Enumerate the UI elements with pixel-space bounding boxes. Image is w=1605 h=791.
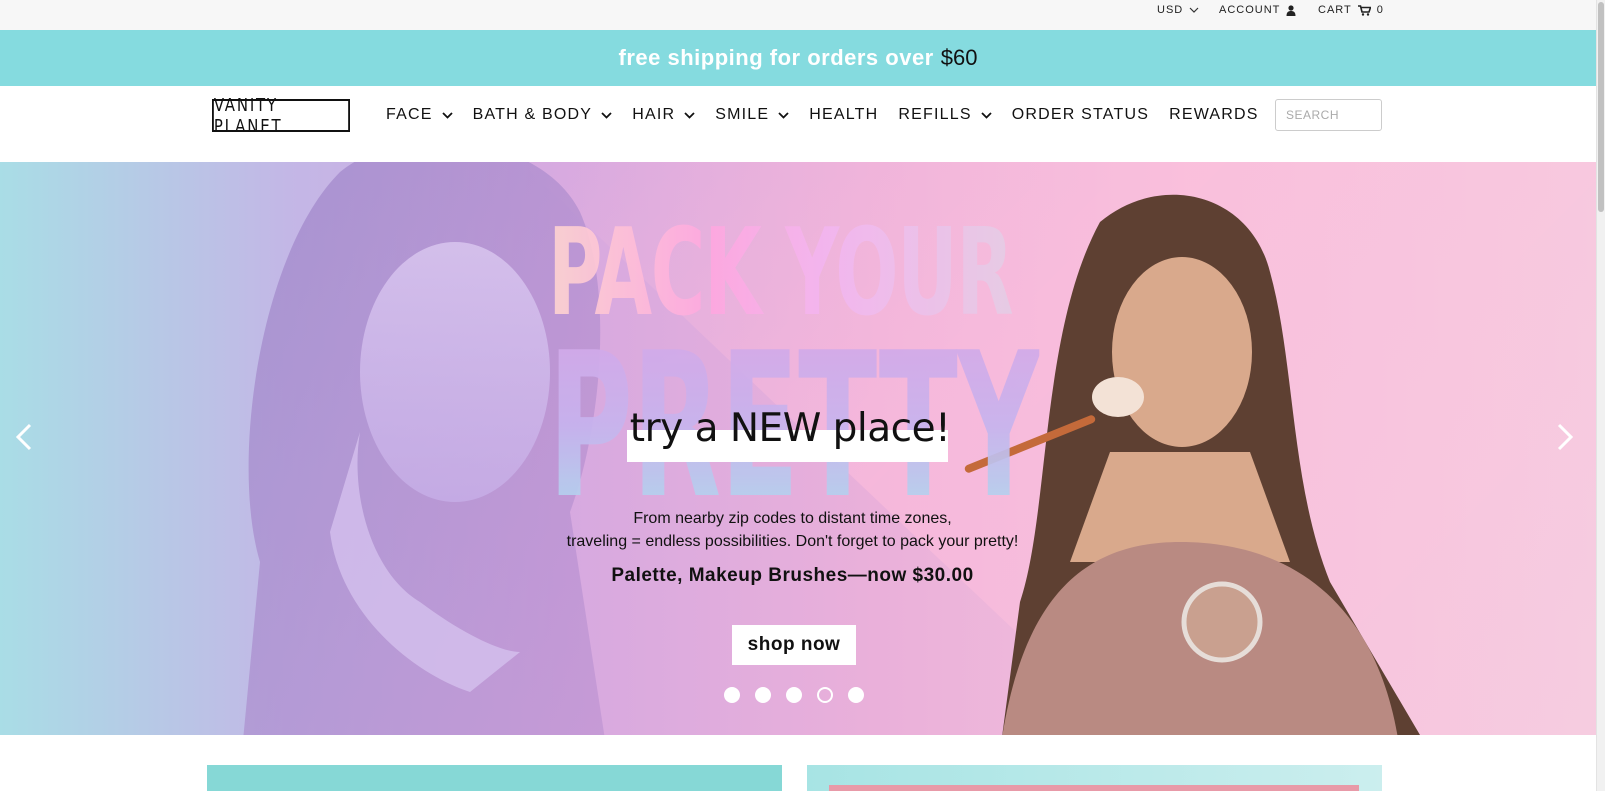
hero-promo: Palette, Makeup Brushes—now $30.00 [611,565,974,586]
nav-item-bath-body[interactable]: BATH & BODY [473,106,613,124]
account-label: ACCOUNT [1219,4,1281,16]
site-logo[interactable]: VANITY PLANET [212,95,350,137]
chevron-down-icon [1189,7,1199,14]
nav-label: SMILE [715,106,770,123]
chevron-down-icon [441,111,453,119]
announcement-message: free shipping for orders over [618,45,934,70]
shop-now-button[interactable]: shop now [732,625,856,665]
nav-item-face[interactable]: FACE [386,106,453,124]
chevron-right-icon[interactable] [1549,417,1579,457]
utility-bar: USD ACCOUNT CART 0 [0,0,1596,30]
nav-label: HAIR [632,106,676,123]
carousel-dot-4[interactable] [817,687,833,703]
carousel-dot-2[interactable] [755,687,771,703]
announcement-amount: $60 [940,45,978,70]
site-header: VANITY PLANET FACE BATH & BODY HAIR SMIL… [0,86,1596,162]
nav-label: BATH & BODY [472,106,593,123]
carousel-dot-5[interactable] [848,687,864,703]
hero-carousel: PACK YOUR PRETTY try a NEW place! From n… [0,162,1596,735]
user-icon [1286,4,1296,16]
nav-item-refills[interactable]: REFILLS [898,106,992,124]
hero-description-line-2: traveling = endless possibilities. Don't… [566,533,1019,550]
nav-item-order-status[interactable]: ORDER STATUS [1012,106,1149,124]
nav-item-health[interactable]: HEALTH [809,106,878,124]
nav-item-hair[interactable]: HAIR [632,106,695,124]
chevron-down-icon [601,111,612,119]
hero-description-line-1: From nearby zip codes to distant time zo… [633,510,952,527]
cart-label: CART [1318,4,1352,16]
page-scrollbar[interactable] [1596,0,1605,791]
currency-label: USD [1157,4,1184,16]
nav-label: FACE [386,106,433,123]
carousel-dots [724,687,864,703]
chevron-down-icon [778,111,789,119]
nav-item-smile[interactable]: SMILE [715,106,789,124]
nav-label: REFILLS [898,106,972,123]
nav-label: HEALTH [809,106,879,123]
search-input[interactable] [1275,99,1382,131]
chevron-down-icon [981,111,992,119]
hero-tagline: try a NEW place! [629,406,951,451]
cart-link[interactable]: CART 0 [1318,4,1384,16]
cart-count: 0 [1376,4,1384,16]
carousel-dot-3[interactable] [786,687,802,703]
account-link[interactable]: ACCOUNT [1219,4,1296,16]
promo-card-left[interactable] [207,765,782,791]
main-nav: FACE BATH & BODY HAIR SMILE HEALTH REFIL… [386,106,1279,124]
nav-label: ORDER STATUS [1011,106,1150,123]
announcement-bar: free shipping for orders over $60 [0,30,1596,86]
scrollbar-thumb[interactable] [1598,2,1604,212]
cart-icon [1357,4,1371,16]
currency-selector[interactable]: USD [1157,4,1199,16]
carousel-dot-1[interactable] [724,687,740,703]
promo-card-right[interactable] [807,765,1382,791]
nav-label: REWARDS [1169,106,1259,123]
chevron-left-icon[interactable] [10,417,40,457]
promo-card-right-panel [829,785,1359,791]
hero-description: From nearby zip codes to distant time zo… [540,507,1045,553]
chevron-down-icon [684,111,695,119]
nav-item-rewards[interactable]: REWARDS [1169,106,1259,124]
